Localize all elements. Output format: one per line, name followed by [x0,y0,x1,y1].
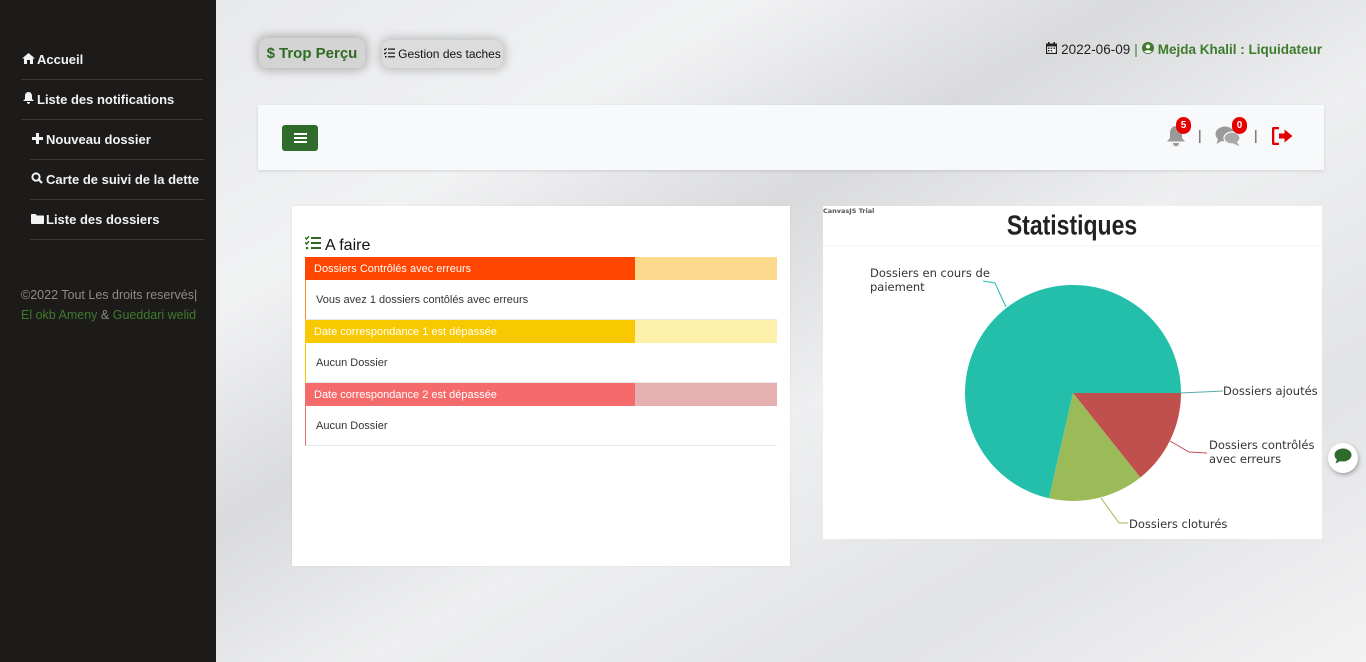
sidebar-item-label: Accueil [37,51,84,67]
navbar-separator: | [1198,127,1202,143]
author-link[interactable]: El okb Ameny [21,308,97,322]
slice-label-connector [982,280,1007,308]
task-progress-bar: Date correspondance 2 est dépassée [305,383,636,406]
gestion-taches-label: Gestion des taches [398,47,501,61]
task-header[interactable]: Dossiers Contrôlés avec erreurs [305,257,777,280]
task-progress-remainder [635,320,777,343]
user-name-role[interactable]: Mejda Khalil : Liquidateur [1158,42,1322,57]
sidebar-footer: ©2022 Tout Les droits reservés| El okb A… [21,285,211,325]
author-link[interactable]: Gueddari welid [113,308,196,322]
navbar-separator: | [1254,127,1258,143]
todo-title-text: A faire [325,236,371,254]
current-date: 2022-06-09 [1061,42,1131,57]
slice-label: Dossiers ajoutés [1223,384,1318,398]
task-progress-remainder [635,383,777,406]
slice-label: Dossiers en cours de paiement [870,266,990,294]
chart-watermark: CanvasJS Trial [823,207,874,215]
gestion-taches-button[interactable]: Gestion des taches [382,40,503,68]
bell-icon [21,91,35,107]
task-message: Aucun Dossier [305,406,777,446]
task-progress-bar: Date correspondance 1 est dépassée [305,320,636,343]
task-header[interactable]: Date correspondance 1 est dépassée [305,320,777,343]
user-circle-icon [1141,42,1154,57]
statistics-chart-card: CanvasJS Trial Statistiques Dossiers en … [823,206,1322,539]
header-info: 2022-06-09 | Mejda Khalil : Liquidateur [1046,42,1322,57]
trop-percu-label: Trop Perçu [278,44,358,62]
sidebar-item-carte-suivi[interactable]: Carte de suivi de la dette [30,159,204,199]
calendar-icon [1046,42,1058,57]
slice-label: Dossiers contrôlés avec erreurs [1209,438,1314,466]
top-navbar: 5 | 0 | [258,105,1324,170]
slice-label-connector [1169,440,1208,454]
sidebar-item-notifications[interactable]: Liste des notifications [21,79,203,119]
task-progress-bar: Dossiers Contrôlés avec erreurs [305,257,636,280]
sidebar-item-label: Liste des dossiers [46,211,160,227]
sidebar-item-label: Liste des notifications [37,91,175,107]
messages-button[interactable]: 0 [1215,117,1247,147]
sidebar-item-liste-dossiers[interactable]: Liste des dossiers [30,199,204,239]
slice-label-connector [1180,390,1224,394]
messages-count-badge: 0 [1232,117,1247,134]
notifications-count-badge: 5 [1176,117,1191,134]
folder-icon [30,212,44,227]
sidebar-item-label: Nouveau dossier [46,131,151,147]
sidebar-item-nouveau-dossier[interactable]: Nouveau dossier [30,119,204,159]
task-header[interactable]: Date correspondance 2 est dépassée [305,383,777,406]
plus-icon [30,132,44,147]
ampersand: & [100,308,110,322]
notifications-button[interactable]: 5 [1166,117,1191,147]
task-message: Aucun Dossier [305,343,777,383]
sidebar-item-label: Carte de suivi de la dette [46,171,200,187]
tasks-list-icon [383,47,396,61]
home-icon [21,52,35,67]
slice-label-connector [1100,497,1128,524]
sidebar-item-accueil[interactable]: Accueil [21,39,203,79]
chart-title: Statistiques [1007,211,1137,241]
pie-chart: CanvasJS Trial Statistiques Dossiers en … [823,207,1322,531]
sidebar: Accueil Liste des notifications Nouveau … [0,0,216,662]
search-icon [30,171,44,187]
todo-card: A faire Dossiers Contrôlés avec erreurs … [292,206,790,566]
task-message: Vous avez 1 dossiers contôlés avec erreu… [305,280,777,320]
copyright-text: ©2022 Tout Les droits reservés| [21,288,198,302]
dollar-icon: $ [266,44,275,62]
task-progress-remainder [635,257,777,280]
tasks-list-icon [304,235,321,255]
menu-toggle-button[interactable] [282,125,318,151]
logout-button[interactable] [1271,126,1294,146]
chat-button[interactable] [1328,443,1358,473]
slice-label: Dossiers cloturés [1129,517,1227,531]
hamburger-icon [293,137,307,139]
divider [30,239,204,240]
header-separator: | [1134,42,1138,57]
trop-percu-button[interactable]: $ Trop Perçu [259,38,365,68]
sign-out-icon [1271,126,1294,149]
todo-card-title: A faire [304,235,371,255]
comment-icon [1334,448,1352,469]
